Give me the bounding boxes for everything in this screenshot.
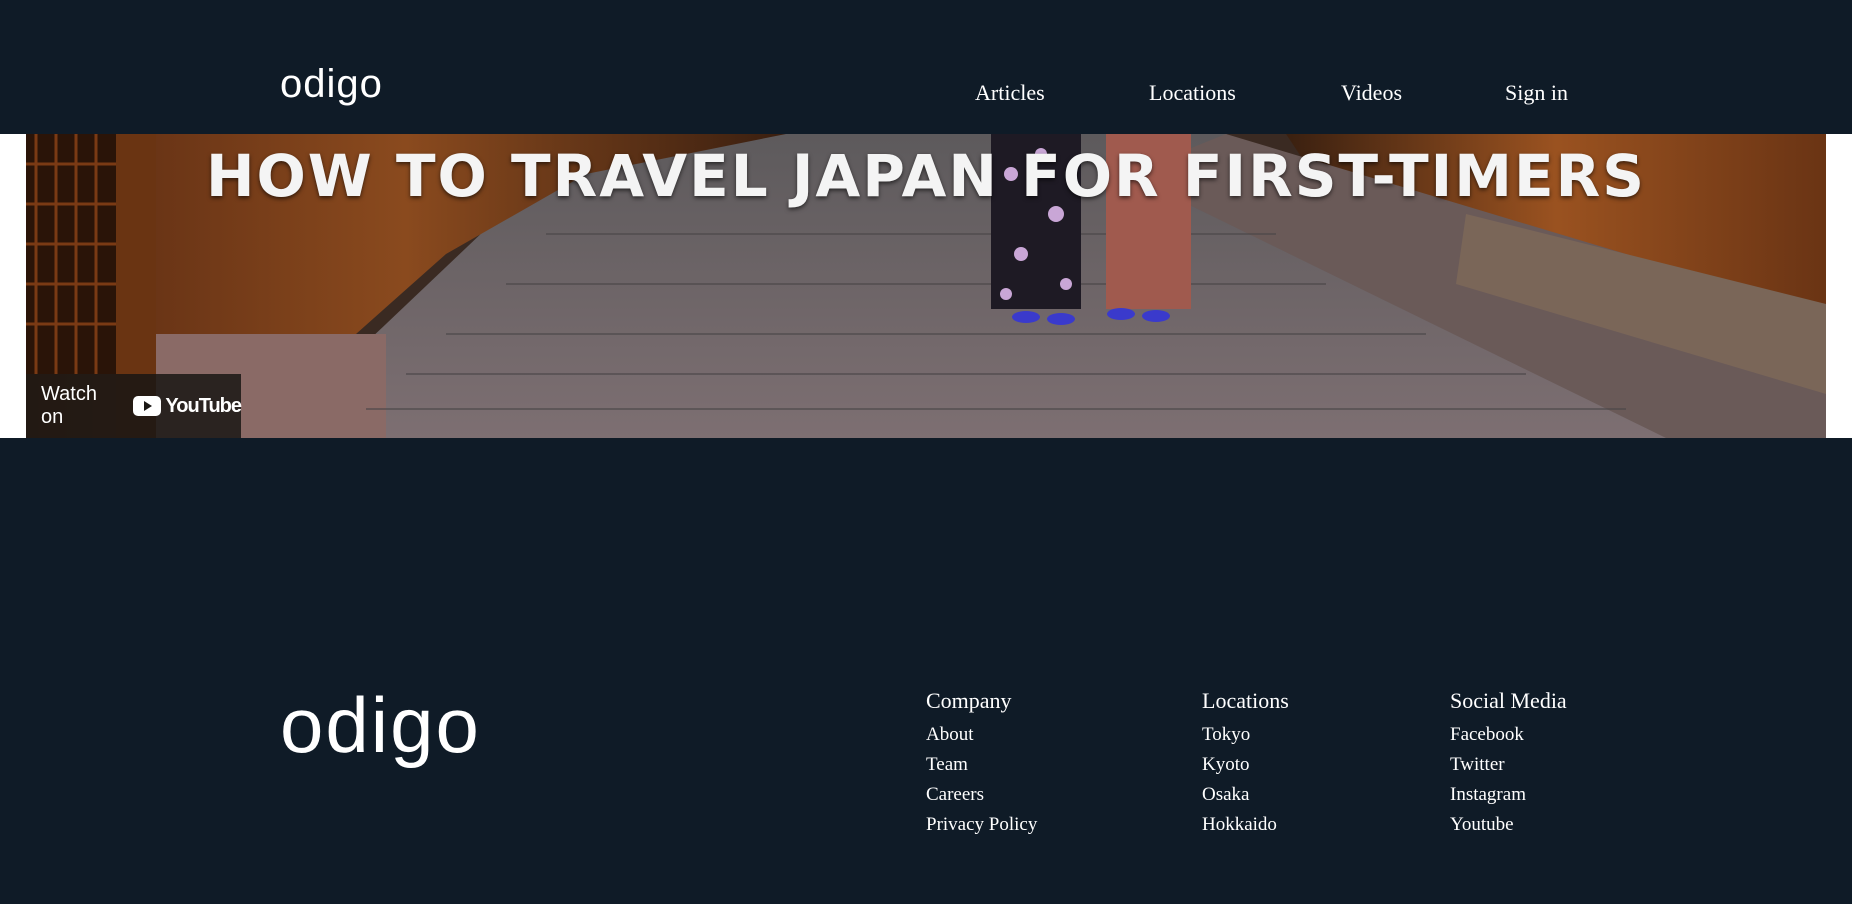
watch-on-youtube-button[interactable]: Watch on YouTube	[26, 374, 242, 438]
footer-link-facebook[interactable]: Facebook	[1450, 724, 1524, 745]
main-nav: Articles Locations Videos Sign in	[0, 80, 1852, 110]
footer-column-title: Locations	[1202, 688, 1289, 713]
nav-locations[interactable]: Locations	[1149, 80, 1236, 106]
footer-column-title: Company	[926, 688, 1012, 713]
youtube-play-icon	[133, 396, 162, 416]
footer-link-kyoto[interactable]: Kyoto	[1202, 754, 1250, 775]
footer-link-hokkaido[interactable]: Hokkaido	[1202, 814, 1277, 835]
video-title: HOW TO TRAVEL JAPAN FOR FIRST-TIMERS	[205, 142, 1647, 210]
footer-link-osaka[interactable]: Osaka	[1202, 784, 1249, 805]
footer-column-social-media: Social Media Facebook Twitter Instagram …	[1450, 688, 1567, 840]
footer-link-tokyo[interactable]: Tokyo	[1202, 724, 1250, 745]
nav-videos[interactable]: Videos	[1341, 80, 1402, 106]
video-player[interactable]: HOW TO TRAVEL JAPAN FOR FIRST-TIMERS Wat…	[26, 134, 1826, 438]
footer-logo[interactable]: odigo	[280, 686, 481, 764]
youtube-wordmark: YouTube	[165, 394, 242, 417]
footer-link-team[interactable]: Team	[926, 754, 968, 775]
nav-sign-in[interactable]: Sign in	[1505, 80, 1568, 106]
watch-on-label: Watch on	[41, 383, 97, 428]
nav-articles[interactable]: Articles	[975, 80, 1045, 106]
footer-link-about[interactable]: About	[926, 724, 974, 745]
footer-link-youtube[interactable]: Youtube	[1450, 814, 1514, 835]
footer-link-careers[interactable]: Careers	[926, 784, 984, 805]
footer-column-title: Social Media	[1450, 688, 1567, 713]
footer-column-locations: Locations Tokyo Kyoto Osaka Hokkaido	[1202, 688, 1289, 840]
video-section: HOW TO TRAVEL JAPAN FOR FIRST-TIMERS Wat…	[0, 134, 1852, 438]
footer-link-privacy-policy[interactable]: Privacy Policy	[926, 814, 1037, 835]
footer-link-instagram[interactable]: Instagram	[1450, 784, 1526, 805]
youtube-logo: YouTube	[133, 394, 242, 418]
footer-column-company: Company About Team Careers Privacy Polic…	[926, 688, 1037, 840]
footer-link-twitter[interactable]: Twitter	[1450, 754, 1505, 775]
page: odigo Articles Locations Videos Sign in	[0, 0, 1852, 904]
